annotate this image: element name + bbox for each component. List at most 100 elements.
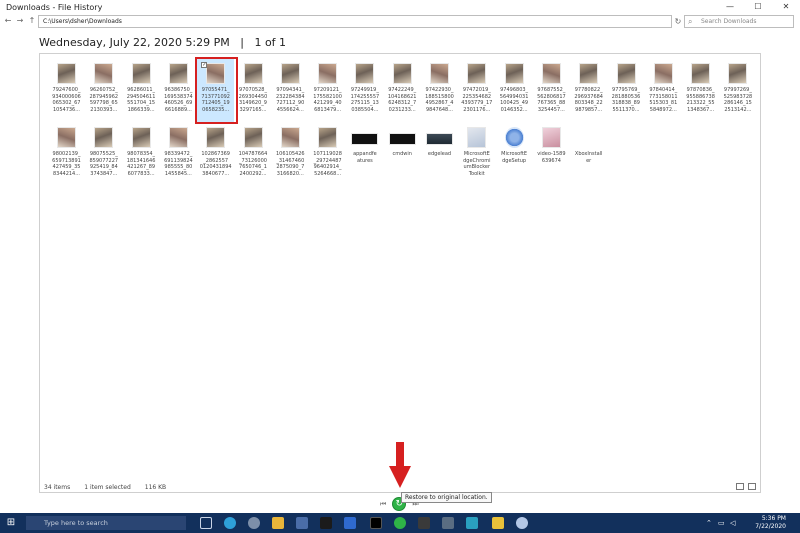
- close-button[interactable]: ✕: [772, 0, 800, 14]
- file-label: 98075525_ 859077227 925419_84 3743847...: [89, 151, 119, 177]
- file-thumbnail: [168, 63, 188, 84]
- file-thumbnail: [616, 63, 636, 84]
- back-button[interactable]: ←: [2, 16, 14, 25]
- file-item[interactable]: 96286011_ 294504611 551704_15 1866339...: [123, 58, 160, 122]
- file-item[interactable]: 102867369 _2862557 0120431894 3840677...: [197, 122, 234, 186]
- address-row: ← → ↑ C:\Users\dsher\Downloads ↻ ⌕ Searc…: [0, 14, 800, 30]
- minimize-button[interactable]: —: [716, 0, 744, 14]
- file-item[interactable]: 106105426 _31467460 2875090_7 3166820...: [272, 122, 309, 186]
- file-label: MicrosoftE dgeSetup: [501, 151, 528, 164]
- search-input[interactable]: Search Downloads: [684, 15, 794, 28]
- file-item[interactable]: 97422249_ 104168621 6248312_7 0231233...: [384, 58, 421, 122]
- file-item[interactable]: 97209121_ 175582100 421299_40 6813479...: [309, 58, 346, 122]
- file-item[interactable]: XboxInstall er: [570, 122, 607, 186]
- red-arrow-annotation: [389, 442, 411, 488]
- taskbar: ⊞ ⌕ Type here to search ⌃ ▭ ◁ 5:36 PM 7/…: [0, 513, 800, 533]
- file-item[interactable]: 98078354_ 181341646 421267_89 6077833...: [123, 122, 160, 186]
- maximize-button[interactable]: ☐: [744, 0, 772, 14]
- file-item[interactable]: MicrosoftE dgeChromi umBlocker Toolkit: [458, 122, 495, 186]
- file-thumbnail: [355, 63, 375, 84]
- refresh-button[interactable]: ↻: [673, 15, 683, 28]
- taskbar-search-input[interactable]: Type here to search: [26, 516, 186, 530]
- selection-checkbox[interactable]: ✓: [201, 62, 208, 68]
- file-label: 98002139_ 659713891 427459_35 8344214...: [52, 151, 81, 177]
- file-item[interactable]: ✓ 97055471_ 713771092 712405_19 0658235..…: [195, 57, 239, 124]
- file-item[interactable]: 98075525_ 859077227 925419_84 3743847...: [85, 122, 122, 186]
- file-label: edgelead: [427, 151, 452, 157]
- file-item[interactable]: 98002139_ 659713891 427459_35 8344214...: [48, 122, 85, 186]
- file-item[interactable]: 97472019_ 225354682 4393779_17 2301176..…: [458, 58, 495, 122]
- file-item[interactable]: 97687552_ 562806817 767365_88 3254457...: [533, 58, 570, 122]
- forward-button[interactable]: →: [14, 16, 26, 25]
- file-thumbnail: [318, 63, 338, 84]
- file-item[interactable]: appandfe atures: [346, 122, 383, 186]
- file-item[interactable]: video-1589 639674: [533, 122, 570, 186]
- file-item[interactable]: 96386750_ 169538374 460526_69 6616889...: [160, 58, 197, 122]
- file-item[interactable]: 97496803_ 564994031 100425_49 0146352...: [496, 58, 533, 122]
- file-label: 97870836_ 955886738 213322_55 1348367...: [686, 87, 715, 113]
- file-item[interactable]: 97870836_ 955886738 213322_55 1348367...: [682, 58, 719, 122]
- details-view-icon[interactable]: [736, 483, 744, 490]
- file-label: 104787664 _73126000 7650746_1 2400292...: [238, 151, 268, 177]
- file-thumbnail: [243, 63, 263, 84]
- file-thumbnail: [57, 63, 76, 84]
- file-thumbnail: [280, 127, 300, 148]
- file-item[interactable]: 98339472_ 691139824 985555_80 1455845...: [160, 122, 197, 186]
- file-explorer-icon[interactable]: [272, 517, 284, 529]
- file-label: 98078354_ 181341646 421267_89 6077833...: [126, 151, 156, 177]
- item-count: 34 items: [44, 484, 71, 491]
- file-label: 97422930_ 188515800 4952867_4 9847648...: [425, 87, 454, 113]
- notepad-icon[interactable]: [492, 517, 504, 529]
- file-item[interactable]: 104787664 _73126000 7650746_1 2400292...: [235, 122, 272, 186]
- photos-icon[interactable]: [466, 517, 478, 529]
- file-item[interactable]: cmdwin: [384, 122, 421, 186]
- file-item[interactable]: 97795769_ 281880536 318838_89 5511370...: [608, 58, 645, 122]
- mail-icon[interactable]: [344, 517, 356, 529]
- app-icon-1[interactable]: [418, 517, 430, 529]
- file-item[interactable]: 79247600_ 934000606 065302_67 1054736...: [48, 58, 85, 122]
- file-item[interactable]: 96260752_ 287945962 597798_65 2130393...: [85, 58, 122, 122]
- store-icon[interactable]: [296, 517, 308, 529]
- file-item[interactable]: 107119028 _29724487 96402914_ 5264668...: [309, 122, 346, 186]
- file-thumbnail: [94, 63, 114, 84]
- address-bar[interactable]: C:\Users\dsher\Downloads: [38, 15, 672, 28]
- file-thumbnail: [94, 127, 114, 148]
- file-item[interactable]: 97070528_ 269304450 3149620_9 3297165...: [235, 58, 272, 122]
- command-prompt-icon[interactable]: [370, 517, 382, 529]
- file-item[interactable]: 97094341_ 232284384 727112_90 4556624...: [272, 58, 309, 122]
- file-label: 97209121_ 175582100 421299_40 6813479...: [313, 87, 342, 113]
- terminal-icon[interactable]: [320, 517, 332, 529]
- file-item[interactable]: 97840414_ 773158011 515303_81 5848972...: [645, 58, 682, 122]
- file-thumbnail: [388, 133, 416, 145]
- large-icons-view-icon[interactable]: [748, 483, 756, 490]
- app-icon-3[interactable]: [516, 517, 528, 529]
- file-history-icon[interactable]: [394, 517, 406, 529]
- settings-icon[interactable]: [248, 517, 260, 529]
- file-item[interactable]: MicrosoftE dgeSetup: [496, 122, 533, 186]
- file-label: 106105426 _31467460 2875090_7 3166820...: [275, 151, 305, 177]
- chevron-up-icon[interactable]: ⌃: [706, 519, 712, 527]
- app-icon-2[interactable]: [442, 517, 454, 529]
- file-label: 96286011_ 294504611 551704_15 1866339...: [126, 87, 156, 113]
- file-item[interactable]: 97422930_ 188515800 4952867_4 9847648...: [421, 58, 458, 122]
- file-label: XboxInstall er: [574, 151, 603, 164]
- file-thumbnail: [430, 63, 449, 84]
- file-item[interactable]: 97249919_ 174255557 275115_13 0385504...: [346, 58, 383, 122]
- files-panel: 79247600_ 934000606 065302_67 1054736...…: [39, 53, 761, 493]
- start-button[interactable]: ⊞: [0, 513, 22, 533]
- file-label: 98339472_ 691139824 985555_80 1455845...: [164, 151, 193, 177]
- previous-version-button[interactable]: ⏮: [380, 500, 386, 509]
- edge-icon[interactable]: [224, 517, 236, 529]
- task-view-icon[interactable]: [200, 517, 212, 529]
- file-label: 97840414_ 773158011 515303_81 5848972...: [648, 87, 678, 113]
- file-item[interactable]: 97780822_ 296937684 803348_22 9879857...: [570, 58, 607, 122]
- network-icon[interactable]: ▭: [718, 519, 725, 527]
- up-button[interactable]: ↑: [26, 16, 38, 25]
- file-label: 96386750_ 169538374 460526_69 6616889...: [164, 87, 193, 113]
- file-item[interactable]: 97997269_ 525983728 286146_15 2513142...: [719, 58, 756, 122]
- file-item[interactable]: edgelead: [421, 122, 458, 186]
- file-thumbnail: [57, 127, 76, 148]
- file-thumbnail: [280, 63, 300, 84]
- clock[interactable]: 5:36 PM 7/22/2020: [755, 515, 786, 531]
- volume-icon[interactable]: ◁: [730, 519, 735, 527]
